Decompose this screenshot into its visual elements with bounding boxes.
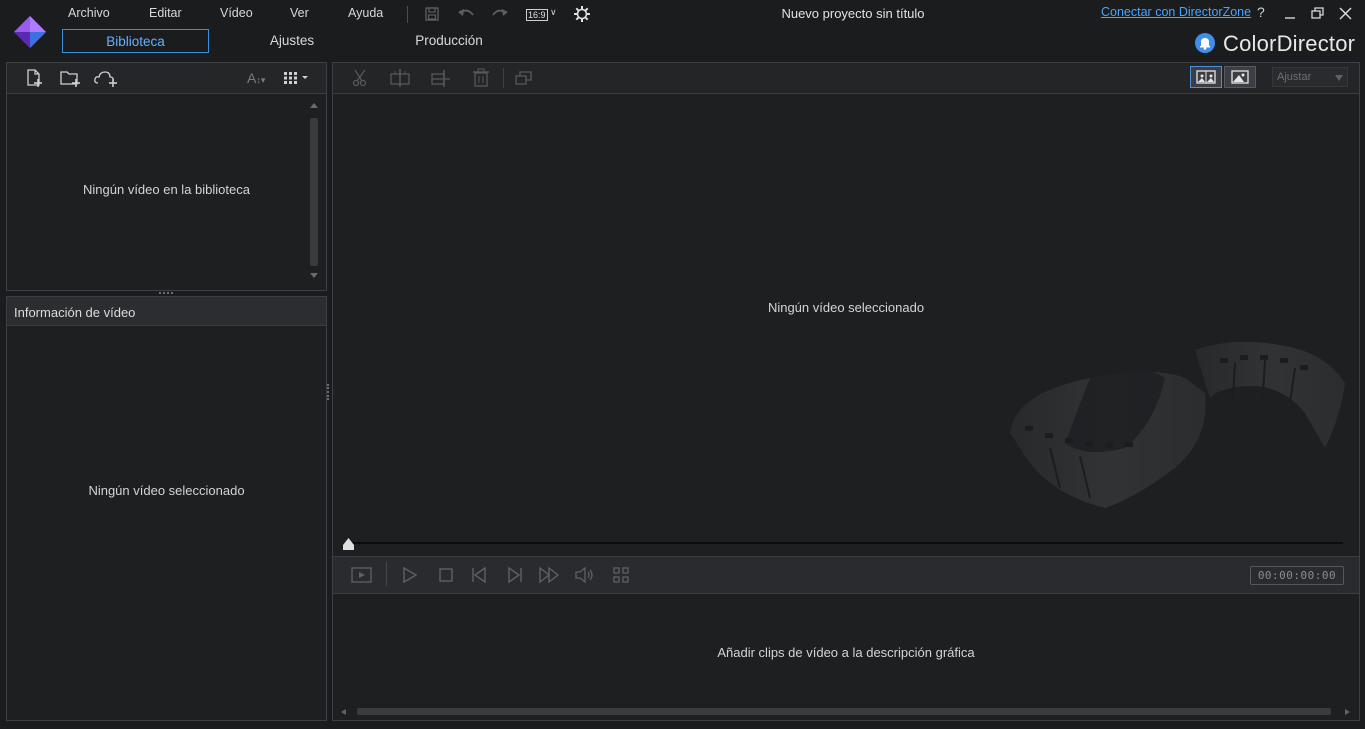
project-title: Nuevo proyecto sin título — [781, 6, 925, 21]
video-info-panel: Información de vídeo Ningún vídeo selecc… — [6, 296, 327, 721]
minimize-button[interactable] — [1280, 5, 1300, 23]
delete-icon[interactable] — [472, 68, 490, 88]
scroll-right-arrow-icon[interactable] — [1345, 709, 1350, 715]
settings-gear-icon[interactable] — [573, 5, 591, 23]
menu-ayuda[interactable]: Ayuda — [348, 6, 383, 20]
storyboard-scrollbar-thumb[interactable] — [357, 708, 1331, 715]
preview-mode-icon[interactable] — [351, 566, 373, 584]
single-view-button[interactable] — [1224, 66, 1256, 88]
library-empty-text: Ningún vídeo en la biblioteca — [83, 182, 250, 197]
toolbar-divider — [503, 68, 504, 88]
import-file-icon[interactable] — [24, 68, 44, 88]
next-frame-icon[interactable] — [506, 566, 524, 584]
aspect-ratio-label: 16:9 — [526, 9, 548, 21]
timeline-scrubber-track[interactable] — [351, 542, 1343, 544]
menu-ver[interactable]: Ver — [290, 6, 309, 20]
video-info-empty-text: Ningún vídeo seleccionado — [88, 483, 245, 498]
sort-arrows-icon: ↕▾ — [256, 75, 266, 85]
help-button[interactable]: ? — [1257, 4, 1265, 20]
tab-production[interactable]: Producción — [393, 29, 505, 53]
tab-settings[interactable]: Ajustes — [237, 29, 347, 53]
video-info-title: Información de vídeo — [14, 305, 136, 320]
chevron-down-icon: ∨ — [550, 7, 557, 17]
film-reel-decoration-icon — [1005, 338, 1355, 518]
timecode-value: 00:00:00:00 — [1257, 569, 1337, 582]
cloud-import-icon[interactable] — [93, 68, 119, 88]
split-icon[interactable] — [389, 68, 411, 88]
library-toolbar — [7, 63, 326, 94]
undo-icon[interactable] — [456, 6, 476, 22]
scrollbar-thumb[interactable] — [310, 118, 318, 266]
preview-panel: Ajustar Ningún vídeo seleccionado 00:00:… — [332, 62, 1360, 721]
notification-bell-icon[interactable] — [1195, 33, 1215, 53]
redo-icon[interactable] — [490, 6, 510, 22]
save-icon[interactable] — [424, 6, 440, 22]
preview-empty-text: Ningún vídeo seleccionado — [767, 300, 925, 315]
fit-zoom-value: Ajustar — [1277, 71, 1312, 83]
vertical-splitter-handle[interactable] — [327, 384, 331, 400]
fast-forward-icon[interactable] — [538, 566, 562, 584]
menu-editar[interactable]: Editar — [149, 6, 182, 20]
storyboard-scrollbar[interactable] — [339, 707, 1353, 717]
playback-divider — [386, 562, 387, 586]
snapshot-icon[interactable] — [514, 69, 534, 87]
library-panel: A↕▾ Ningún vídeo en la biblioteca — [6, 62, 327, 291]
menu-video[interactable]: Vídeo — [220, 6, 253, 20]
scroll-left-arrow-icon[interactable] — [341, 709, 346, 715]
play-icon[interactable] — [401, 566, 419, 584]
video-info-header: Información de vídeo — [7, 297, 326, 326]
grid-view-icon[interactable] — [283, 71, 311, 85]
font-size-label: A — [247, 70, 257, 86]
library-scrollbar[interactable] — [309, 103, 319, 283]
menu-archivo[interactable]: Archivo — [68, 6, 110, 20]
trim-icon[interactable] — [430, 68, 452, 88]
restore-button[interactable] — [1308, 5, 1328, 23]
fullscreen-icon[interactable] — [612, 566, 630, 584]
cut-icon[interactable] — [351, 68, 371, 88]
brand-name: ColorDirector — [1223, 31, 1356, 56]
scroll-up-arrow-icon[interactable] — [310, 103, 318, 108]
aspect-ratio-selector[interactable]: 16:9 ∨ — [526, 6, 558, 21]
storyboard-empty-text: Añadir clips de vídeo a la descripción g… — [717, 645, 975, 660]
fit-zoom-select[interactable]: Ajustar — [1272, 67, 1348, 87]
compare-view-button[interactable] — [1190, 66, 1222, 88]
volume-icon[interactable] — [574, 566, 596, 584]
app-logo-icon — [12, 14, 48, 50]
menu-divider — [407, 6, 408, 23]
previous-frame-icon[interactable] — [470, 566, 488, 584]
timecode-display: 00:00:00:00 — [1250, 566, 1344, 585]
stop-icon[interactable] — [437, 566, 455, 584]
scroll-down-arrow-icon[interactable] — [310, 273, 318, 278]
close-button[interactable] — [1336, 5, 1356, 23]
dropdown-arrow-icon — [1335, 75, 1343, 81]
tab-library[interactable]: Biblioteca — [62, 29, 209, 53]
connect-directorzone-link[interactable]: Conectar con DirectorZone — [1101, 5, 1251, 19]
font-size-button[interactable]: A↕▾ — [247, 70, 273, 86]
import-folder-icon[interactable] — [59, 68, 81, 88]
playhead-marker[interactable] — [343, 538, 354, 550]
